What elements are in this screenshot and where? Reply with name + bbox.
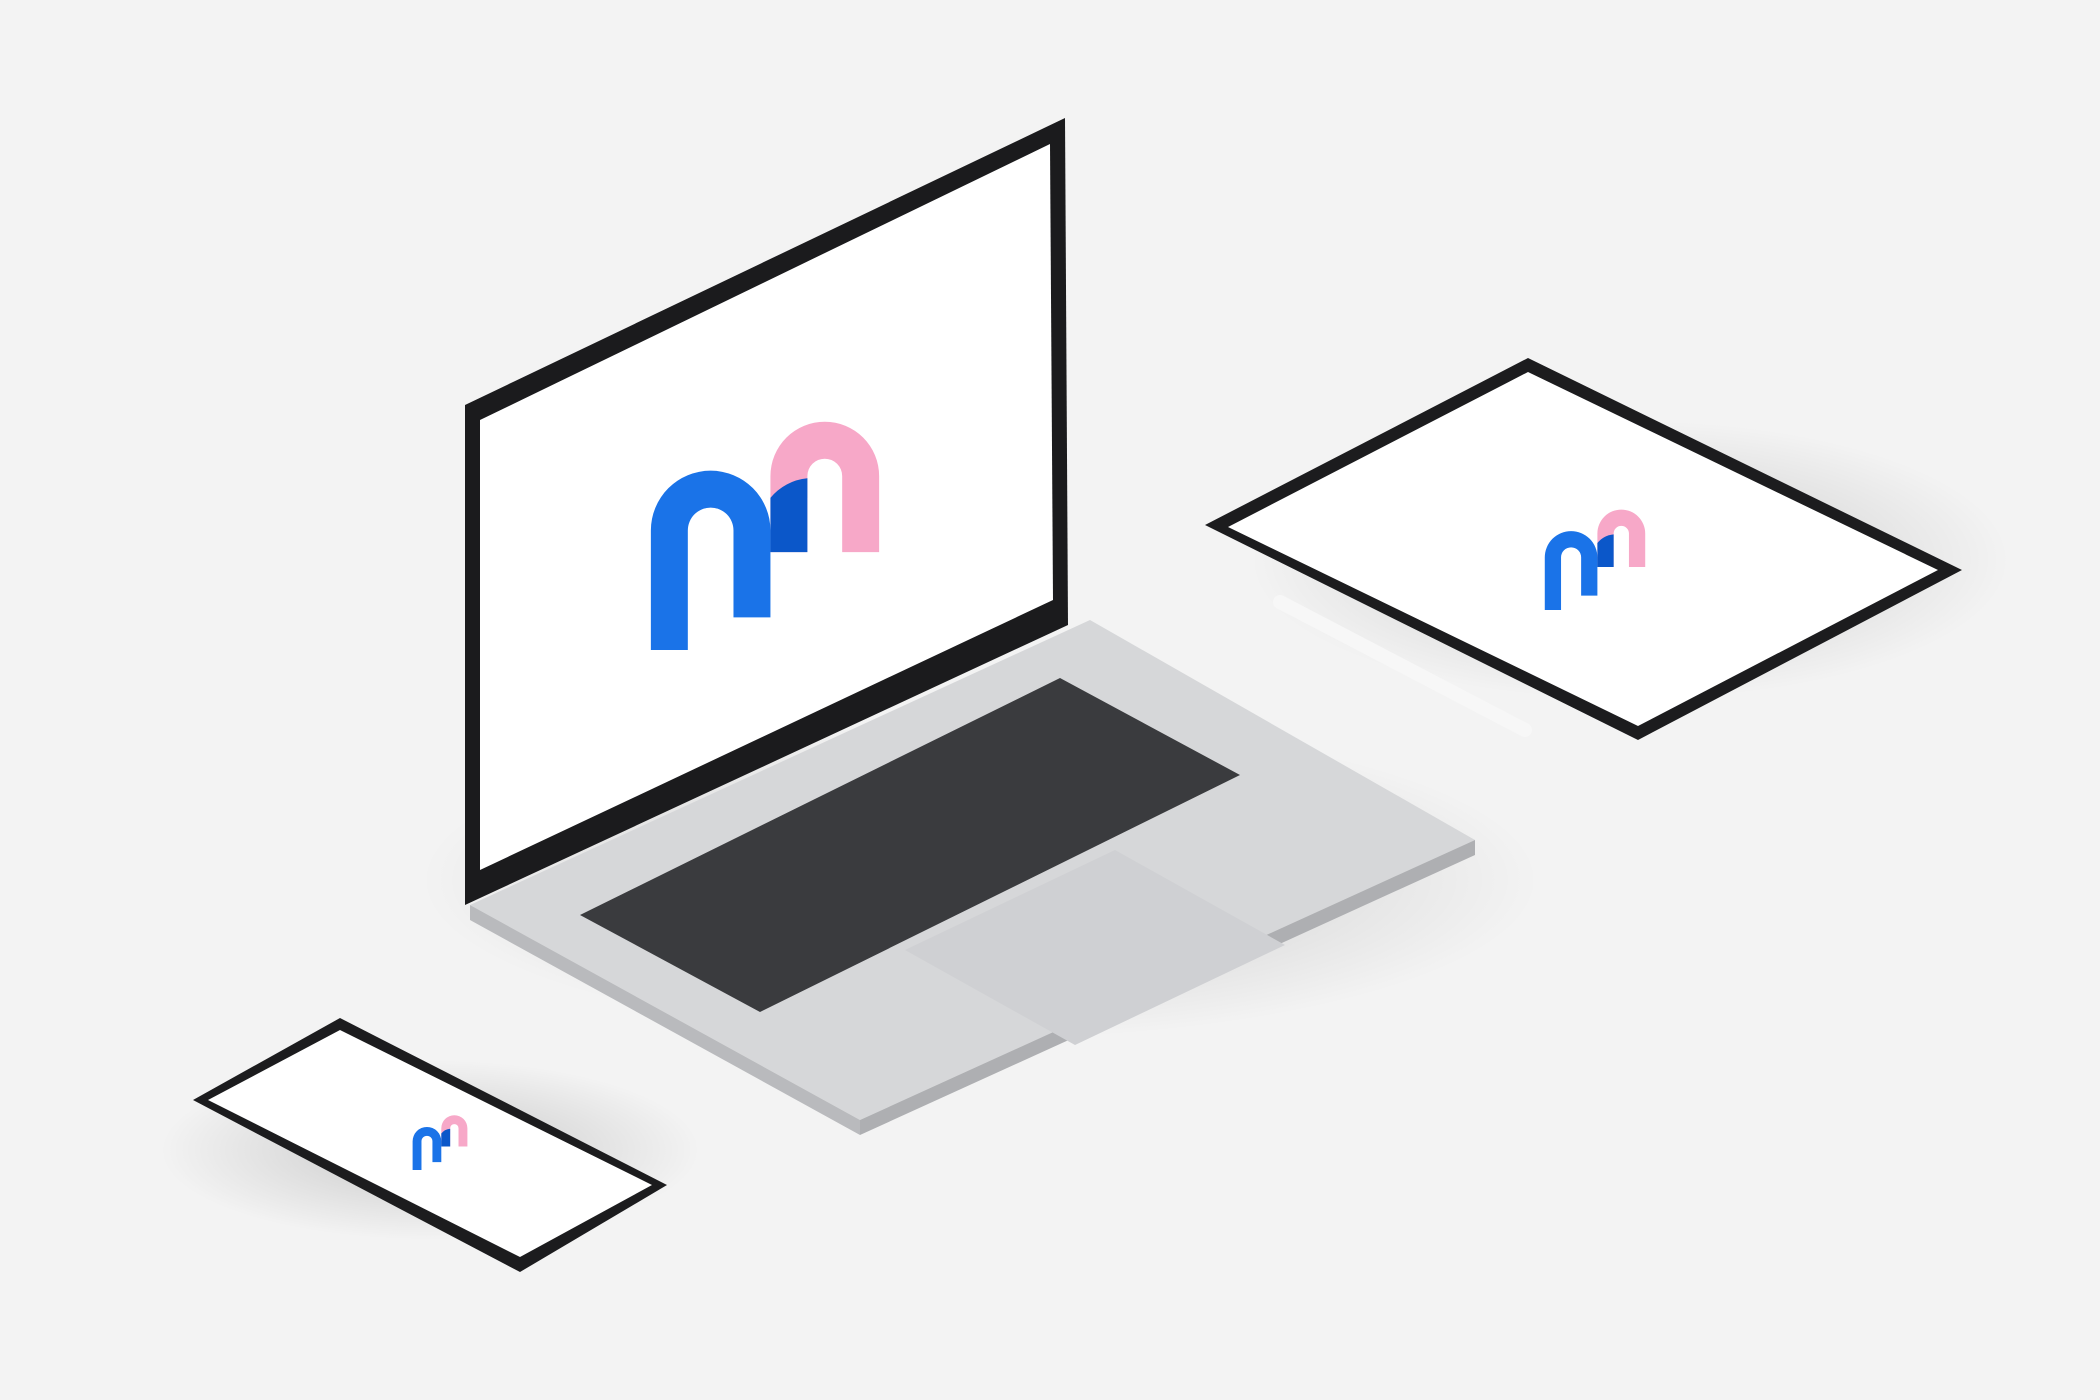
phone — [160, 1018, 700, 1272]
device-mockup-scene — [0, 0, 2100, 1400]
tablet — [1205, 358, 2010, 740]
mockup-canvas — [160, 118, 2010, 1272]
